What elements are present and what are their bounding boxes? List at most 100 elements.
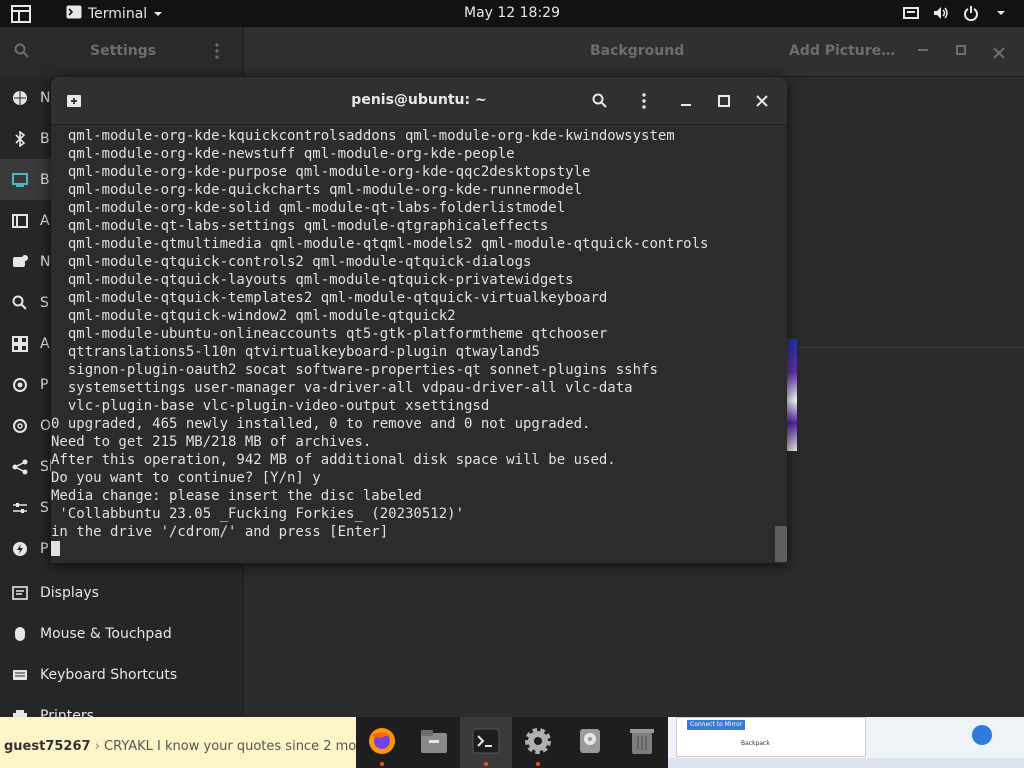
sidebar-item-label: A bbox=[40, 335, 50, 352]
bluetooth-icon bbox=[12, 130, 28, 147]
power-menu-icon[interactable] bbox=[962, 4, 980, 22]
terminal-line: qml-module-org-kde-quickcharts qml-modul… bbox=[51, 182, 583, 198]
apps-icon bbox=[12, 335, 28, 352]
sidebar-item-label: O bbox=[40, 417, 52, 434]
network-icon bbox=[12, 90, 28, 106]
sidebar-item-label: Mouse & Touchpad bbox=[40, 625, 172, 642]
search-icon bbox=[12, 295, 28, 311]
sidebar-item-label: P bbox=[40, 540, 49, 557]
close-icon[interactable] bbox=[751, 90, 773, 112]
terminal-line: qml-module-org-kde-solid qml-module-qt-l… bbox=[51, 200, 566, 216]
disk-icon bbox=[578, 727, 602, 759]
scrollbar-thumb[interactable] bbox=[775, 526, 787, 562]
dock-settings[interactable] bbox=[512, 717, 564, 768]
screenshot-label: Backpack bbox=[741, 740, 770, 747]
embedded-screenshot: Connect to Mirror Backpack bbox=[668, 717, 1024, 768]
running-indicator bbox=[380, 762, 384, 766]
terminal-line: qml-module-qtquick-window2 qml-module-qt… bbox=[51, 308, 456, 324]
terminal-line: qml-module-org-kde-kquickcontrolsaddons … bbox=[51, 128, 675, 144]
terminal-line: 0 upgraded, 465 newly installed, 0 to re… bbox=[51, 416, 591, 432]
terminal-prompt bbox=[51, 541, 60, 559]
sidebar-item-label: B bbox=[40, 130, 50, 147]
maximize-icon[interactable] bbox=[956, 45, 966, 55]
terminal-line: qml-module-qt-labs-settings qml-module-q… bbox=[51, 218, 549, 234]
chat-text: CRYAKL I know your quotes since 2 month bbox=[104, 739, 378, 754]
terminal-output[interactable]: qml-module-org-kde-kquickcontrolsaddons … bbox=[51, 125, 773, 563]
background-icon bbox=[12, 172, 28, 188]
terminal-line: Media change: please insert the disc lab… bbox=[51, 488, 422, 504]
minimize-icon[interactable] bbox=[918, 49, 928, 51]
search-icon[interactable] bbox=[589, 90, 611, 112]
dock-terminal[interactable] bbox=[460, 717, 512, 768]
text-cursor bbox=[51, 541, 60, 556]
keyboard-icon bbox=[12, 667, 28, 683]
add-picture-button[interactable]: Add Picture… bbox=[789, 43, 895, 59]
screenshot-panel: Connect to Mirror Backpack bbox=[676, 717, 866, 757]
sidebar-item-label: A bbox=[40, 212, 50, 229]
terminal-header: penis@ubuntu: ~ bbox=[51, 77, 787, 125]
dock-disks[interactable] bbox=[564, 717, 616, 768]
minimize-icon[interactable] bbox=[675, 90, 697, 112]
volume-icon[interactable] bbox=[932, 4, 950, 22]
sidebar-item-label: S bbox=[40, 294, 49, 311]
files-icon bbox=[419, 727, 449, 759]
dock-trash[interactable] bbox=[616, 717, 668, 768]
running-indicator bbox=[484, 762, 488, 766]
terminal-line: 'Collabbuntu 23.05 _Fucking Forkies_ (20… bbox=[51, 506, 465, 522]
chevron-down-icon[interactable] bbox=[992, 4, 1010, 22]
sidebar-item-keyboard[interactable]: Keyboard Shortcuts bbox=[0, 654, 244, 695]
terminal-window: penis@ubuntu: ~ qml-module-org-kde-kquic… bbox=[51, 77, 787, 563]
terminal-line: qml-module-qtquick-controls2 qml-module-… bbox=[51, 254, 532, 270]
sharing-icon bbox=[12, 459, 28, 475]
desktop: Terminal May 12 18:29 Settings Backgroun… bbox=[0, 0, 1024, 768]
maximize-icon[interactable] bbox=[713, 90, 735, 112]
notifications-icon bbox=[12, 254, 28, 270]
screenshot-button: Connect to Mirror bbox=[687, 720, 745, 730]
settings-title: Settings bbox=[90, 43, 157, 59]
terminal-line: vlc-plugin-base vlc-plugin-video-output … bbox=[51, 398, 490, 414]
appearance-icon bbox=[12, 213, 28, 229]
terminal-scrollbar[interactable] bbox=[773, 125, 787, 563]
sound-icon bbox=[12, 500, 28, 516]
chat-nick: guest75267 bbox=[4, 739, 91, 754]
sidebar-item-label: P bbox=[40, 376, 49, 393]
running-indicator bbox=[536, 762, 540, 766]
firefox-icon bbox=[367, 726, 397, 760]
clock[interactable]: May 12 18:29 bbox=[0, 5, 1024, 21]
terminal-line: systemsettings user-manager va-driver-al… bbox=[51, 380, 633, 396]
search-icon[interactable] bbox=[14, 43, 30, 63]
keyboard-layout-icon[interactable] bbox=[902, 4, 920, 22]
terminal-line: qml-module-org-kde-newstuff qml-module-o… bbox=[51, 146, 515, 162]
chat-overlay: guest75267 › CRYAKL I know your quotes s… bbox=[0, 717, 378, 768]
terminal-line: qml-module-qtmultimedia qml-module-qtqml… bbox=[51, 236, 709, 252]
pane-title: Background bbox=[590, 43, 685, 59]
trash-icon bbox=[628, 726, 656, 760]
sidebar-item-label: B bbox=[40, 171, 50, 188]
settings-header: Settings Background Add Picture… bbox=[0, 27, 1024, 77]
dock-files[interactable] bbox=[408, 717, 460, 768]
sidebar-item-displays[interactable]: Displays bbox=[0, 572, 244, 613]
power-icon bbox=[12, 541, 28, 557]
top-bar: Terminal May 12 18:29 bbox=[0, 0, 1024, 27]
close-icon[interactable] bbox=[993, 44, 1005, 63]
screenshot-taskbar bbox=[668, 758, 1024, 768]
sidebar-item-label: Displays bbox=[40, 584, 99, 601]
terminal-line: Need to get 215 MB/218 MB of archives. bbox=[51, 434, 372, 450]
system-tray[interactable] bbox=[902, 4, 1010, 22]
sidebar-item-label: N bbox=[40, 89, 51, 106]
settings-icon bbox=[523, 726, 553, 760]
chat-message: guest75267 › CRYAKL I know your quotes s… bbox=[4, 739, 378, 754]
menu-icon[interactable] bbox=[214, 43, 220, 63]
menu-icon[interactable] bbox=[633, 90, 655, 112]
terminal-line: After this operation, 942 MB of addition… bbox=[51, 452, 616, 468]
terminal-line: in the drive '/cdrom/' and press [Enter] bbox=[51, 524, 389, 540]
settings-sidebar-header: Settings bbox=[0, 27, 244, 77]
terminal-line: signon-plugin-oauth2 socat software-prop… bbox=[51, 362, 658, 378]
sidebar-item-label: N bbox=[40, 253, 51, 270]
sidebar-item-mouse[interactable]: Mouse & Touchpad bbox=[0, 613, 244, 654]
terminal-line: Do you want to continue? [Y/n] y bbox=[51, 470, 321, 486]
terminal-line: qml-module-ubuntu-onlineaccounts qt5-gtk… bbox=[51, 326, 608, 342]
dock-firefox[interactable] bbox=[356, 717, 408, 768]
mouse-icon bbox=[12, 626, 28, 642]
privacy-icon bbox=[12, 377, 28, 393]
